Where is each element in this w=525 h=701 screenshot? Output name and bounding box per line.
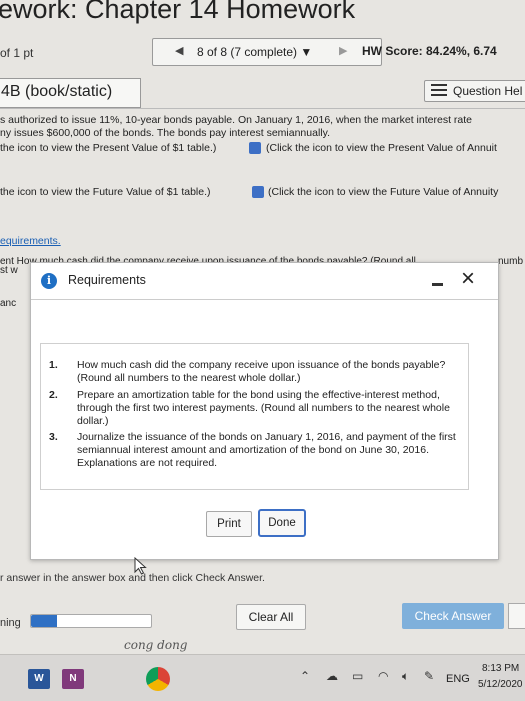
behind-text-right: numb: [498, 256, 524, 267]
dialog-header: i Requirements ×: [31, 263, 498, 293]
chrome-app-icon[interactable]: [146, 667, 170, 691]
dialog-title: Requirements: [68, 273, 146, 287]
cloud-icon[interactable]: ☁: [326, 669, 338, 683]
done-button[interactable]: Done: [258, 509, 306, 537]
battery-icon[interactable]: ▭: [352, 669, 363, 683]
close-icon[interactable]: ×: [461, 265, 475, 293]
question-count-label: 8 of 8 (7 complete): [197, 45, 298, 59]
pen-icon[interactable]: ✎: [424, 669, 434, 683]
onenote-app-icon[interactable]: N: [62, 669, 84, 689]
behind-text-2: st w: [0, 265, 18, 276]
previous-question-icon[interactable]: ◀: [175, 44, 183, 57]
list-icon: [431, 84, 447, 96]
volume-icon[interactable]: 🔈︎: [402, 669, 409, 684]
chevron-up-icon[interactable]: ⌃: [300, 669, 310, 683]
table-icon[interactable]: [252, 186, 264, 198]
behind-text-3: anc: [0, 298, 17, 309]
dialog-divider: [31, 299, 498, 300]
item-text: How much cash did the company receive up…: [77, 359, 446, 384]
item-number: 2.: [49, 389, 58, 401]
requirements-link[interactable]: equirements.: [0, 235, 61, 247]
handwritten-note: cong dong: [124, 638, 188, 652]
page-title: ework: Chapter 14 Homework: [0, 0, 356, 24]
question-help-label: Question Hel: [453, 84, 523, 98]
future-value-text: the icon to view the Future Value of $1 …: [0, 186, 211, 198]
clear-all-button[interactable]: Clear All: [236, 604, 306, 630]
taskbar: W N ⌃ ☁ ▭ ◠ 🔈︎ ✎ ENG 8:13 PM 5/12/2020: [0, 654, 525, 701]
question-count-dropdown[interactable]: 8 of 8 (7 complete) ▼: [197, 45, 312, 59]
chevron-down-icon: ▼: [300, 45, 313, 59]
item-text: Journalize the issuance of the bonds on …: [77, 431, 456, 469]
requirements-dialog: i Requirements × 1. How much cash did th…: [30, 262, 499, 560]
question-navigator: ◀ 8 of 8 (7 complete) ▼ ▶: [152, 38, 382, 66]
item-number: 1.: [49, 359, 58, 371]
mouse-cursor-icon: [134, 557, 147, 575]
problem-line-1: s authorized to issue 11%, 10-year bonds…: [0, 114, 472, 126]
section-label-box: 4B (book/static): [0, 78, 141, 108]
print-button[interactable]: Print: [206, 511, 252, 537]
answer-instruction: r answer in the answer box and then clic…: [0, 572, 265, 584]
question-help-button[interactable]: Question Hel: [424, 80, 525, 102]
present-value-text: the icon to view the Present Value of $1…: [0, 142, 217, 154]
minimize-icon[interactable]: [432, 283, 443, 286]
header-divider: [0, 108, 525, 109]
requirements-list: 1. How much cash did the company receive…: [40, 343, 469, 490]
check-answer-button[interactable]: Check Answer: [402, 603, 504, 629]
progress-bar: [30, 614, 152, 628]
clock-date[interactable]: 5/12/2020: [478, 679, 523, 690]
section-label: 4B (book/static): [1, 83, 113, 100]
word-app-label: W: [34, 673, 44, 684]
progress-fill: [31, 615, 58, 627]
future-value-annuity-text: (Click the icon to view the Future Value…: [268, 186, 499, 198]
item-text: Prepare an amortization table for the bo…: [77, 389, 450, 427]
present-value-annuity-text: (Click the icon to view the Present Valu…: [266, 142, 497, 154]
adjacent-button[interactable]: [508, 603, 525, 629]
clock-time[interactable]: 8:13 PM: [482, 663, 519, 674]
problem-line-2: ny issues $600,000 of the bonds. The bon…: [0, 127, 330, 139]
remaining-label: ning: [0, 617, 21, 629]
wifi-icon[interactable]: ◠: [378, 669, 388, 683]
table-icon[interactable]: [249, 142, 261, 154]
info-icon: i: [41, 273, 57, 289]
points-label: of 1 pt: [0, 46, 34, 60]
language-indicator[interactable]: ENG: [446, 673, 470, 685]
word-app-icon[interactable]: W: [28, 669, 50, 689]
onenote-app-label: N: [69, 673, 77, 684]
hw-score: HW Score: 84.24%, 6.74: [362, 44, 497, 58]
item-number: 3.: [49, 431, 58, 443]
next-question-icon[interactable]: ▶: [339, 44, 347, 57]
